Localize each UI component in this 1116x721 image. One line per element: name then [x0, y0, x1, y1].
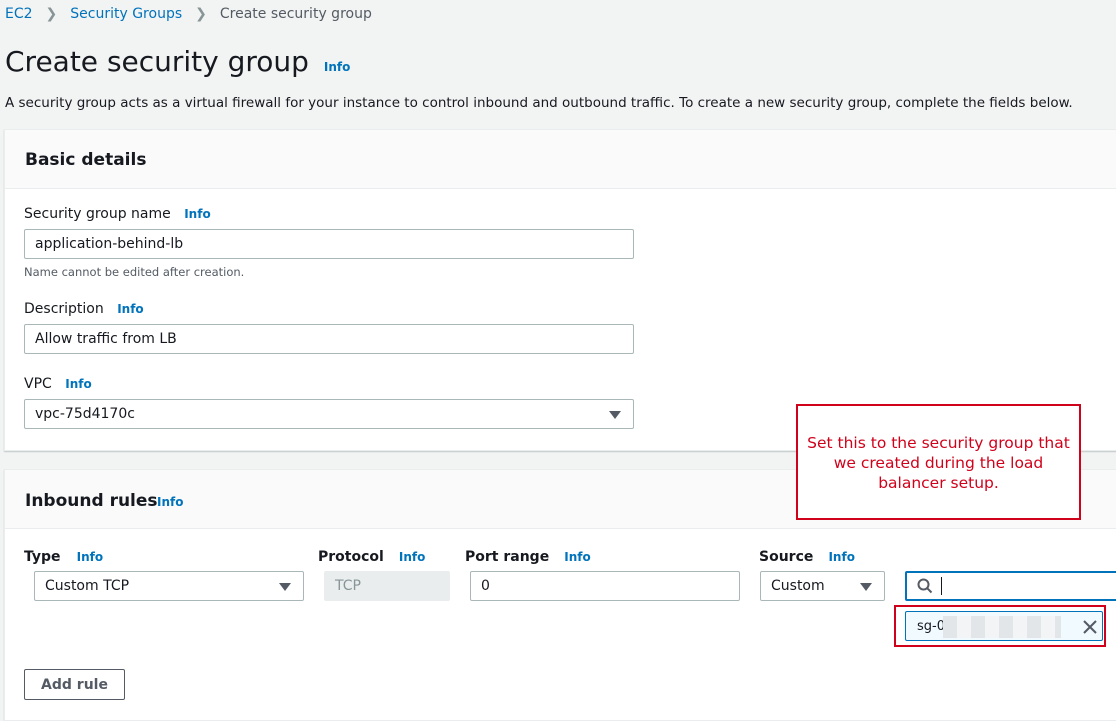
type-label-text: Type: [24, 549, 61, 565]
breadcrumb: EC2 ❯ Security Groups ❯ Create security …: [5, 6, 372, 22]
chevron-right-icon: ❯: [45, 6, 58, 22]
page-title: Create security group Info: [5, 45, 350, 78]
search-icon: [917, 578, 933, 594]
sg-name-label-text: Security group name: [24, 206, 171, 222]
port-range-info-link[interactable]: Info: [564, 550, 590, 564]
chevron-right-icon: ❯: [195, 6, 207, 22]
sg-name-hint: Name cannot be edited after creation.: [24, 265, 245, 279]
source-label: Source Info: [759, 546, 855, 565]
protocol-info-link[interactable]: Info: [399, 550, 425, 564]
text-cursor: [941, 577, 942, 595]
port-range-label-text: Port range: [465, 549, 550, 565]
vpc-label: VPC Info: [24, 376, 92, 392]
inbound-info-link[interactable]: Info: [157, 495, 183, 509]
description-label-text: Description: [24, 301, 104, 317]
sg-name-label: Security group name Info: [24, 206, 211, 222]
vpc-select[interactable]: vpc-75d4170c: [24, 399, 634, 429]
page-info-link[interactable]: Info: [324, 60, 350, 74]
breadcrumb-current: Create security group: [219, 6, 372, 22]
vpc-select-value: vpc-75d4170c: [35, 406, 135, 422]
inbound-rules-title: Inbound rules: [25, 491, 158, 511]
protocol-field: TCP: [324, 571, 450, 601]
add-rule-button[interactable]: Add rule: [24, 669, 125, 700]
vpc-label-text: VPC: [24, 376, 52, 392]
source-label-text: Source: [759, 549, 814, 565]
sg-name-info-link[interactable]: Info: [184, 207, 210, 221]
breadcrumb-security-groups[interactable]: Security Groups: [70, 6, 182, 22]
protocol-label-text: Protocol: [318, 549, 384, 565]
basic-details-header: Basic details: [5, 130, 1116, 189]
source-select[interactable]: Custom: [760, 571, 885, 601]
protocol-label: Protocol Info: [318, 546, 425, 565]
source-select-value: Custom: [771, 578, 825, 594]
port-range-input[interactable]: 0: [470, 571, 740, 601]
basic-details-title: Basic details: [25, 150, 147, 170]
annotation-text: Set this to the security group that we c…: [807, 434, 1070, 492]
chevron-down-icon: [609, 411, 621, 419]
chevron-down-icon: [279, 583, 291, 591]
description-input[interactable]: Allow traffic from LB: [24, 324, 634, 354]
chevron-down-icon: [860, 583, 872, 591]
page-description: A security group acts as a virtual firew…: [5, 95, 1073, 111]
type-select-value: Custom TCP: [45, 578, 130, 594]
page-title-text: Create security group: [5, 45, 309, 78]
vpc-info-link[interactable]: Info: [65, 377, 91, 391]
sg-name-input[interactable]: application-behind-lb: [24, 229, 634, 259]
type-select[interactable]: Custom TCP: [34, 571, 304, 601]
source-search-input[interactable]: [905, 571, 1116, 601]
port-range-label: Port range Info: [465, 546, 591, 565]
description-info-link[interactable]: Info: [117, 302, 143, 316]
description-label: Description Info: [24, 301, 144, 317]
type-label: Type Info: [24, 546, 103, 565]
breadcrumb-ec2[interactable]: EC2: [5, 6, 33, 22]
token-highlight-box: [894, 605, 1106, 647]
type-info-link[interactable]: Info: [77, 550, 103, 564]
annotation-callout: Set this to the security group that we c…: [796, 404, 1081, 520]
source-info-link[interactable]: Info: [828, 550, 854, 564]
